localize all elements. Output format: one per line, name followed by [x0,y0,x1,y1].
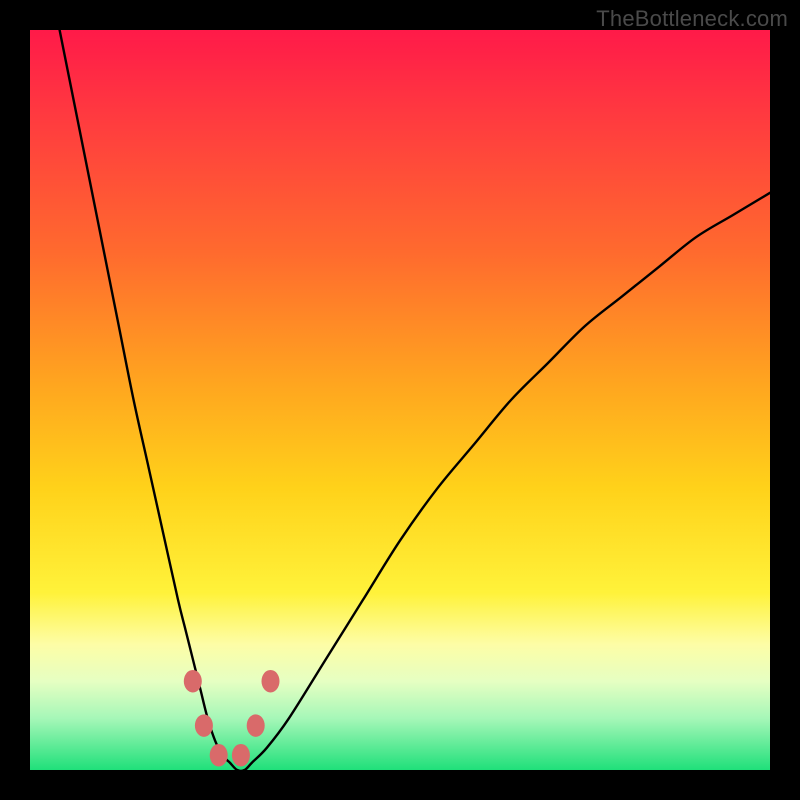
threshold-dot [247,714,265,737]
threshold-dot [184,670,202,693]
threshold-dot [195,714,213,737]
threshold-dot [262,670,280,693]
threshold-dot [232,744,250,767]
gradient-background [30,30,770,770]
threshold-dot [210,744,228,767]
plot-area [30,30,770,770]
chart-frame: TheBottleneck.com [0,0,800,800]
bottleneck-chart [30,30,770,770]
watermark-text: TheBottleneck.com [596,6,788,32]
